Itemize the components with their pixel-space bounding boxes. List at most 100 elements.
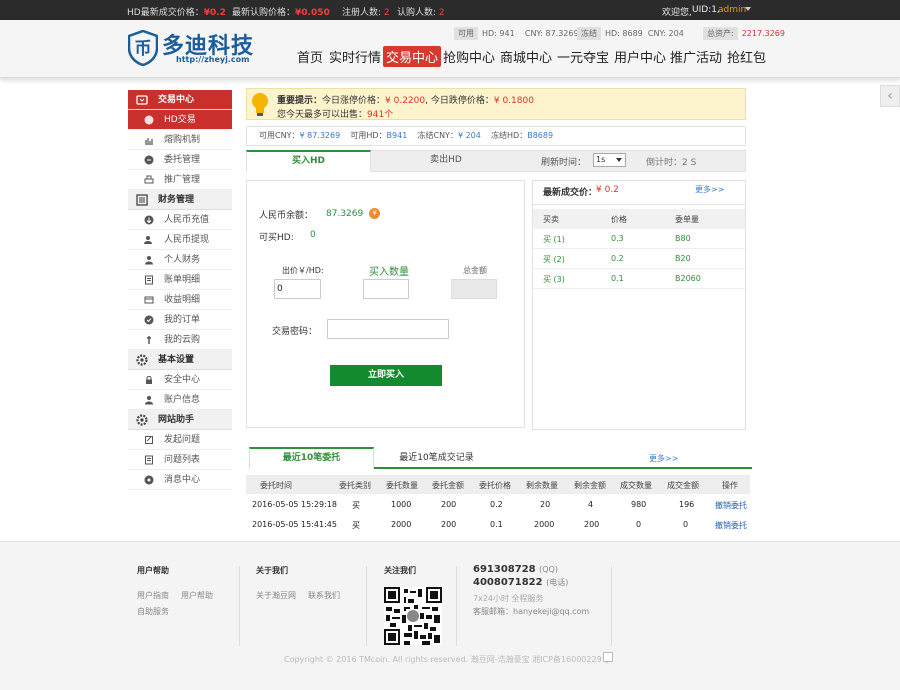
broken-image-icon <box>603 652 613 662</box>
bill-icon <box>145 275 153 285</box>
nav-home[interactable]: 首页 <box>294 46 326 67</box>
trade-password-input[interactable] <box>327 319 449 339</box>
orders-table-row: 2016-05-05 15:41:45 买 2000 200 0.1 2000 … <box>252 520 747 531</box>
nav-one-yuan[interactable]: 一元夺宝 <box>554 46 612 67</box>
sidebar-item-messages[interactable]: 消息中心 <box>128 470 232 490</box>
cancel-order-link[interactable]: 撤销委托 <box>715 500 747 511</box>
order-book-header: 最新成交价： ¥ 0.2 更多>> <box>533 181 745 205</box>
footer-divider <box>456 566 457 646</box>
sidebar: 交易中心 HD交易 熔购机制 委托管理 推广管理 财务管理 人民币充值 人民币提… <box>128 90 232 490</box>
collapse-arrow-icon[interactable]: ‹ <box>880 85 900 107</box>
sidebar-item-questions[interactable]: 问题列表 <box>128 450 232 470</box>
buy-now-button[interactable]: 立即买入 <box>330 365 442 386</box>
total-amount-field <box>451 279 497 299</box>
notice-line-1: 重要提示：今日涨停价格：¥ 0.2200, 今日跌停价格：¥ 0.1800 <box>277 96 534 106</box>
footer-link-guide[interactable]: 用户指南 <box>137 590 169 601</box>
sidebar-item-account[interactable]: 账户信息 <box>128 390 232 410</box>
orders-table-header: 委托时间 委托类别 委托数量 委托金额 委托价格 剩余数量 剩余金额 成交数量 … <box>246 475 750 494</box>
orders-table-row: 2016-05-05 15:29:18 买 1000 200 0.2 20 4 … <box>252 500 747 511</box>
sidebar-item-withdraw[interactable]: 人民币提现 <box>128 230 232 250</box>
order-book-row: 买 (1) 0.3 B80 <box>533 229 745 249</box>
users-icon <box>144 236 152 244</box>
lightbulb-icon <box>252 93 268 116</box>
user-dropdown-icon[interactable] <box>745 7 751 11</box>
registered-stat: 注册人数: 2 <box>342 8 390 18</box>
nav-rush-buy[interactable]: 抢购中心 <box>440 46 498 67</box>
sidebar-item-ask[interactable]: 发起问题 <box>128 430 232 450</box>
sidebar-item-security[interactable]: 安全中心 <box>128 370 232 390</box>
footer-link-help[interactable]: 用户帮助 <box>181 590 213 601</box>
account-icon <box>145 396 153 405</box>
footer-email: 客服邮箱：hanyekeji@qq.com <box>473 607 590 616</box>
footer-divider <box>611 566 612 646</box>
tab-sell-hd[interactable]: 卖出HD <box>371 150 521 172</box>
sidebar-item-promo-manage[interactable]: 推广管理 <box>128 170 232 190</box>
order-book-columns: 买卖 价格 委单量 <box>533 209 745 229</box>
footer-link-contact[interactable]: 联系我们 <box>308 590 340 601</box>
quantity-label: 买入数量 <box>369 267 409 278</box>
price-input[interactable]: 0 <box>274 279 321 299</box>
footer-link-self-service[interactable]: 自助服务 <box>137 606 169 617</box>
last-price-stat: HD最新成交价格：¥0.2 <box>127 8 226 18</box>
order-book-more-link[interactable]: 更多>> <box>695 184 724 195</box>
nav-market[interactable]: 实时行情 <box>326 46 384 67</box>
sidebar-item-bill[interactable]: 账单明细 <box>128 270 232 290</box>
sidebar-item-my-cloud[interactable]: 我的云购 <box>128 330 232 350</box>
countdown: 倒计时：2 S <box>646 158 697 168</box>
tab-recent-trades[interactable]: 最近10笔成交记录 <box>374 447 499 469</box>
footer-qq: 691308728 (QQ) <box>473 564 558 575</box>
total-label: 总金额 <box>463 266 487 275</box>
available-balance: 可用 HD: 941 CNY: 87.3269 <box>454 27 579 41</box>
cny-coin-icon: ¥ <box>369 208 381 219</box>
balance-strip: 可用CNY：¥ 87.3269 可用HD：B941 冻结CNY：¥ 204 冻结… <box>246 126 746 146</box>
hd-trade-icon <box>144 115 154 125</box>
welcome-text: 欢迎您, <box>662 8 692 18</box>
footer-phone: 4008071822 (电话) <box>473 577 569 588</box>
footer-help-title: 用户帮助 <box>137 566 169 575</box>
notice-box: 重要提示：今日涨停价格：¥ 0.2200, 今日跌停价格：¥ 0.1800 您今… <box>246 88 746 120</box>
top-bar: HD最新成交价格：¥0.2 最新认购价格：¥0.050 注册人数: 2 认购人数… <box>0 0 900 20</box>
sidebar-item-my-orders[interactable]: 我的订单 <box>128 310 232 330</box>
trade-center-icon <box>136 95 148 105</box>
tab-buy-hd[interactable]: 买入HD <box>246 150 371 172</box>
nav-promotion[interactable]: 推广活动 <box>667 46 725 67</box>
nav-user-center[interactable]: 用户中心 <box>611 46 669 67</box>
nav-mall[interactable]: 商城中心 <box>497 46 555 67</box>
bar-chart-icon <box>145 138 153 145</box>
price-label: 出价￥/HD: <box>282 266 324 275</box>
footer-divider <box>366 566 367 646</box>
sidebar-item-hd-trade[interactable]: HD交易 <box>128 110 232 130</box>
edit-icon <box>145 436 153 444</box>
sidebar-item-mechanism[interactable]: 熔购机制 <box>128 130 232 150</box>
sidebar-item-recharge[interactable]: 人民币充值 <box>128 210 232 230</box>
can-buy-label: 可买HD: <box>259 233 294 243</box>
subscribers-stat: 认购人数: 2 <box>397 8 445 18</box>
user-icon <box>145 256 153 265</box>
orders-icon <box>144 315 154 325</box>
cny-balance-label: 人民币余额： <box>259 211 314 221</box>
message-icon <box>144 475 154 485</box>
chevron-down-icon <box>616 158 622 162</box>
orders-more-link[interactable]: 更多>> <box>649 453 678 464</box>
footer-divider <box>239 566 240 646</box>
order-book: 最新成交价： ¥ 0.2 更多>> 买卖 价格 委单量 买 (1) 0.3 B8… <box>532 180 746 430</box>
sidebar-item-income[interactable]: 收益明细 <box>128 290 232 310</box>
quantity-input[interactable] <box>363 279 409 299</box>
sidebar-section-helper: 网站助手 <box>128 410 232 430</box>
subscribe-price-stat: 最新认购价格：¥0.050 <box>232 8 330 18</box>
refresh-select[interactable]: 1s <box>593 153 626 167</box>
nav-trade-center[interactable]: 交易中心 <box>383 46 442 67</box>
lock-icon <box>146 376 152 384</box>
tab-recent-orders[interactable]: 最近10笔委托 <box>249 447 374 469</box>
sidebar-item-entrust[interactable]: 委托管理 <box>128 150 232 170</box>
recharge-icon <box>144 215 154 225</box>
nav-red-packet[interactable]: 抢红包 <box>724 46 769 67</box>
cancel-order-link[interactable]: 撤销委托 <box>715 520 747 531</box>
sidebar-section-trade: 交易中心 <box>128 90 232 110</box>
footer-follow-title: 关注我们 <box>384 566 416 575</box>
username-link[interactable]: admin <box>718 5 746 15</box>
printer-icon <box>144 175 154 184</box>
footer-link-about[interactable]: 关于瀚豆网 <box>256 590 296 601</box>
sidebar-item-personal-finance[interactable]: 个人财务 <box>128 250 232 270</box>
entrust-icon <box>144 155 154 165</box>
